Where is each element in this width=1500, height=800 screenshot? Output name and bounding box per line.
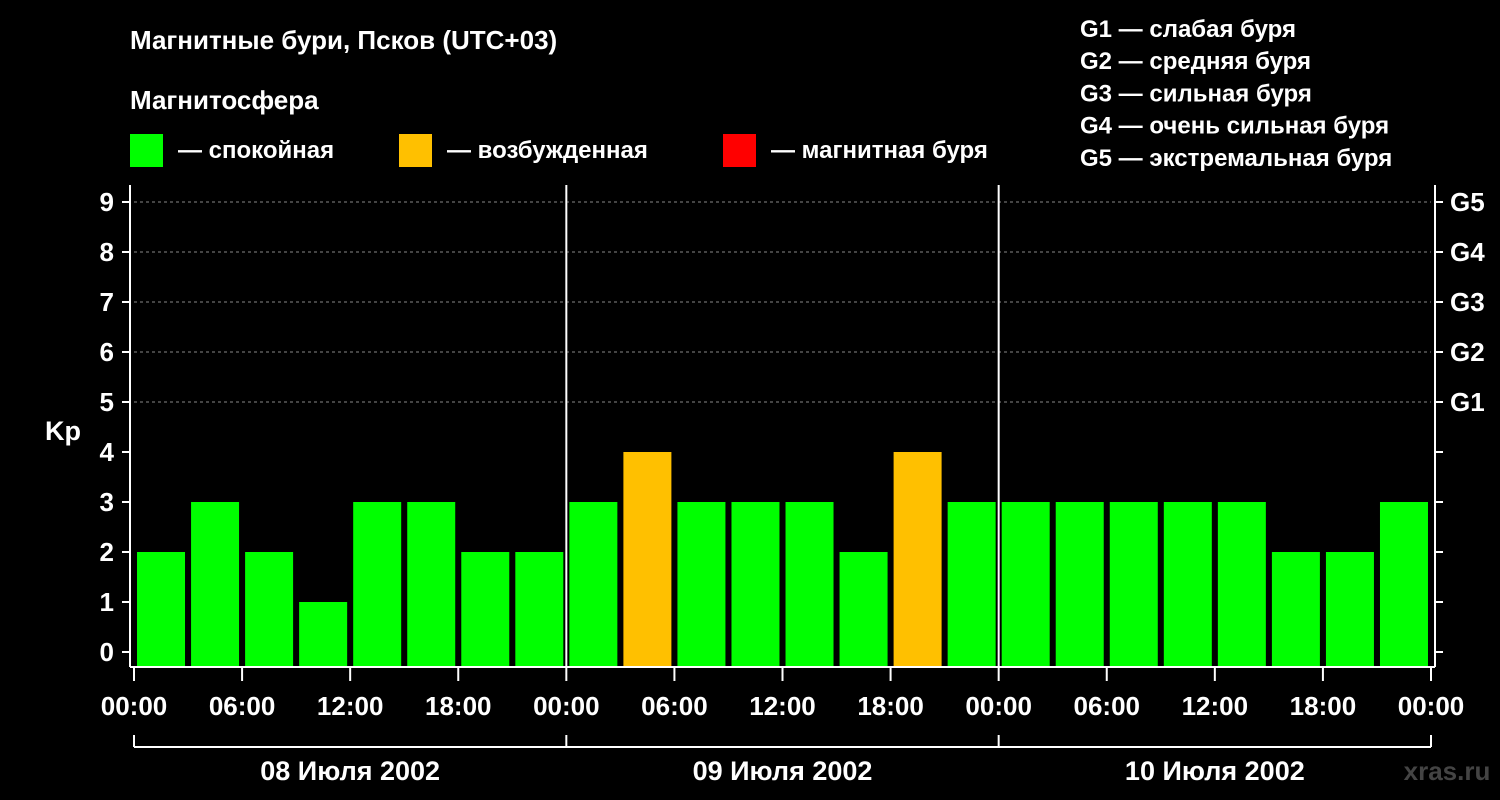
- bar: [1163, 502, 1212, 667]
- bar: [893, 452, 942, 667]
- bar: [839, 552, 888, 667]
- bar: [569, 502, 618, 667]
- g-scale-label: G5: [1450, 187, 1485, 217]
- x-tick-label: 06:00: [1074, 691, 1141, 721]
- bar: [1109, 502, 1158, 667]
- y-tick-label: 7: [100, 287, 114, 317]
- y-tick-label: 8: [100, 237, 114, 267]
- x-tick-label: 00:00: [1398, 691, 1465, 721]
- kp-chart: Магнитные бури, Псков (UTC+03) Магнитосф…: [45, 16, 1491, 786]
- g-scale-label: G3: [1450, 287, 1485, 317]
- legend-swatch: [130, 134, 163, 167]
- storm-scale-item: G1 — слабая буря: [1080, 16, 1296, 43]
- storm-scale-item: G4 — очень сильная буря: [1080, 113, 1389, 140]
- y-tick-label: 6: [100, 337, 114, 367]
- watermark: xras.ru: [1404, 756, 1491, 786]
- bar: [137, 552, 186, 667]
- x-tick-label: 12:00: [1182, 691, 1249, 721]
- bar: [1271, 552, 1320, 667]
- y-tick-label: 0: [100, 637, 114, 667]
- g-scale-label: G4: [1450, 237, 1485, 267]
- bar: [299, 602, 348, 667]
- x-tick-label: 06:00: [209, 691, 276, 721]
- storm-scale-item: G2 — средняя буря: [1080, 48, 1311, 75]
- x-tick-label: 12:00: [317, 691, 384, 721]
- bar: [191, 502, 240, 667]
- x-tick-label: 12:00: [749, 691, 816, 721]
- bar: [407, 502, 456, 667]
- legend-label: — возбужденная: [447, 137, 648, 164]
- bar: [677, 502, 726, 667]
- g-scale-label: G1: [1450, 387, 1485, 417]
- storm-scale-legend: G1 — слабая буря G2 — средняя буря G3 — си…: [1080, 16, 1392, 172]
- y-tick-label: 4: [100, 437, 115, 467]
- y-axis-label: Kp: [45, 416, 81, 446]
- legend-label: — спокойная: [178, 137, 334, 164]
- y-tick-label: 3: [100, 487, 114, 517]
- day-label: 09 Июля 2002: [693, 756, 873, 786]
- gridlines: [134, 201, 1431, 403]
- x-tick-label: 18:00: [1290, 691, 1357, 721]
- axes: 0 1 2 3 4 5 6 7 8 9 G1 G2 G3 G4 G5 00:00 06:00 12:00 18:00…: [100, 185, 1485, 786]
- day-label: 08 Июля 2002: [260, 756, 440, 786]
- y-tick-label: 5: [100, 387, 114, 417]
- bar: [947, 502, 996, 667]
- x-tick-label: 00:00: [965, 691, 1032, 721]
- storm-scale-item: G5 — экстремальная буря: [1080, 145, 1392, 172]
- legend-swatch: [399, 134, 432, 167]
- bar: [461, 552, 510, 667]
- x-tick-label: 18:00: [857, 691, 924, 721]
- y-tick-label: 1: [100, 587, 114, 617]
- chart-title: Магнитные бури, Псков (UTC+03): [130, 25, 557, 55]
- bar: [1055, 502, 1104, 667]
- bar: [245, 552, 294, 667]
- y-tick-label: 9: [100, 187, 114, 217]
- day-label: 10 Июля 2002: [1125, 756, 1305, 786]
- bar: [353, 502, 402, 667]
- bar: [623, 452, 672, 667]
- g-scale-label: G2: [1450, 337, 1485, 367]
- legend: — спокойная — возбужденная — магнитная бур…: [130, 134, 988, 167]
- bar: [1001, 502, 1050, 667]
- x-tick-label: 18:00: [425, 691, 492, 721]
- bar: [1379, 502, 1428, 667]
- bar: [515, 552, 564, 667]
- chart-subtitle: Магнитосфера: [130, 85, 319, 115]
- bars: [137, 452, 1428, 667]
- storm-scale-item: G3 — сильная буря: [1080, 80, 1312, 107]
- legend-label: — магнитная буря: [771, 137, 988, 164]
- x-tick-label: 00:00: [533, 691, 600, 721]
- bar: [1217, 502, 1266, 667]
- x-tick-label: 00:00: [101, 691, 168, 721]
- y-tick-label: 2: [100, 537, 114, 567]
- bar: [785, 502, 834, 667]
- legend-swatch: [723, 134, 756, 167]
- bar: [1325, 552, 1374, 667]
- x-tick-label: 06:00: [641, 691, 708, 721]
- bar: [731, 502, 780, 667]
